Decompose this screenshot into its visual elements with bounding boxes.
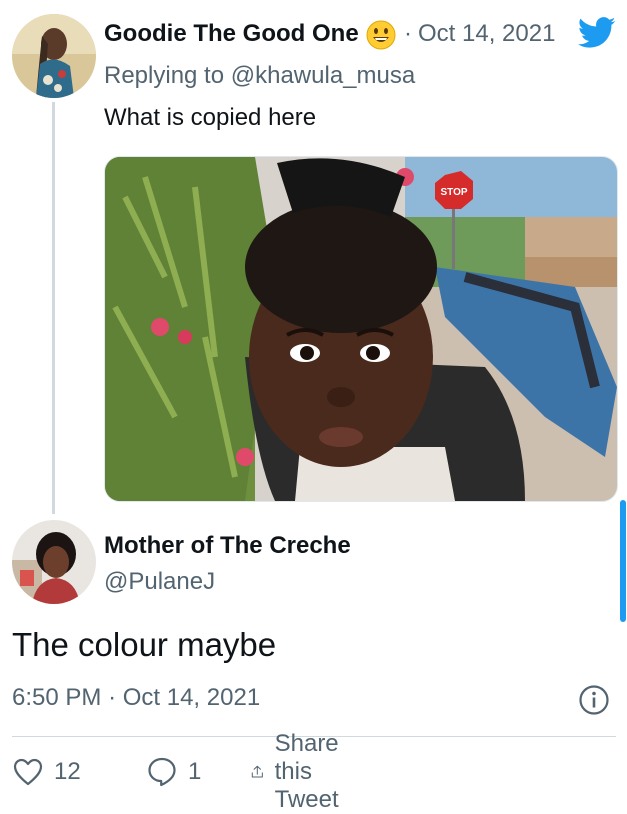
grinning-face-icon bbox=[366, 20, 396, 55]
reply-count: 1 bbox=[188, 758, 202, 785]
meta-separator: · bbox=[404, 20, 412, 47]
reply-author-handle[interactable]: @PulaneJ bbox=[104, 568, 215, 596]
tweet-time: 6:50 PM bbox=[12, 684, 102, 711]
parent-author-avatar[interactable] bbox=[12, 14, 96, 98]
parent-author-name[interactable]: Goodie The Good One bbox=[104, 20, 359, 48]
tweet-date: Oct 14, 2021 bbox=[122, 684, 261, 711]
parent-tweet-date[interactable]: Oct 14, 2021 bbox=[418, 20, 555, 48]
share-tweet-button[interactable]: Share this Tweet bbox=[250, 730, 356, 813]
stop-sign-text: STOP bbox=[440, 187, 467, 198]
like-button[interactable]: 12 bbox=[12, 752, 81, 792]
info-icon[interactable] bbox=[578, 684, 610, 721]
tweet-photo[interactable]: STOP bbox=[104, 156, 618, 502]
reply-tweet-text: The colour maybe bbox=[12, 626, 277, 663]
tweet-timestamp[interactable]: 6:50 PM · Oct 14, 2021 bbox=[12, 684, 260, 712]
meta-separator: · bbox=[108, 684, 117, 711]
like-count: 12 bbox=[54, 758, 81, 785]
thread-connector-line bbox=[52, 102, 55, 514]
share-label: Share this Tweet bbox=[274, 730, 339, 813]
replying-prefix: Replying to bbox=[104, 62, 231, 89]
scrollbar-thumb[interactable] bbox=[620, 500, 626, 622]
replying-to-line: Replying to @khawula_musa bbox=[104, 62, 415, 90]
replying-handle-link[interactable]: @khawula_musa bbox=[231, 62, 415, 89]
share-icon bbox=[251, 765, 263, 778]
reply-button[interactable]: 1 bbox=[146, 752, 201, 792]
reply-author-avatar[interactable] bbox=[12, 520, 96, 604]
twitter-bird-icon bbox=[578, 16, 616, 55]
reply-bubble-icon bbox=[148, 757, 176, 787]
reply-author-name[interactable]: Mother of The Creche bbox=[104, 532, 351, 560]
parent-tweet-text: What is copied here bbox=[104, 104, 317, 131]
heart-icon bbox=[13, 758, 43, 786]
